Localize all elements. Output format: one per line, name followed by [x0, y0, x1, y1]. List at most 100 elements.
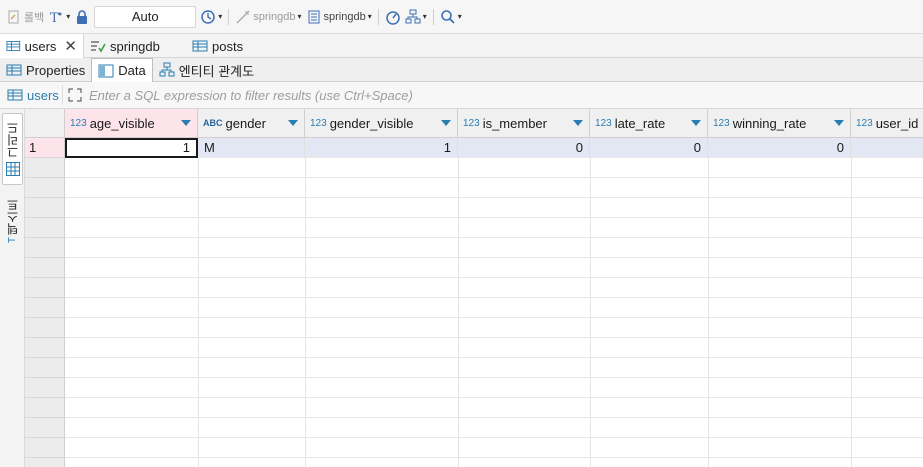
- empty-row-number: [25, 398, 65, 418]
- filter-placeholder: Enter a SQL expression to filter results…: [89, 87, 413, 103]
- table-cell[interactable]: 1: [65, 138, 198, 158]
- empty-row-number: [25, 278, 65, 298]
- column-header-gender[interactable]: ABC gender: [198, 109, 305, 138]
- schema-label: springdb: [323, 10, 366, 23]
- tab-users[interactable]: users ✕: [0, 34, 84, 58]
- empty-row: [65, 318, 923, 338]
- empty-row: [65, 258, 923, 278]
- sort-dropdown-icon[interactable]: [691, 120, 701, 126]
- toolbar-separator: [228, 8, 230, 25]
- table-icon: [6, 40, 21, 52]
- filter-bar: users Enter a SQL expression to filter r…: [0, 82, 923, 109]
- sort-dropdown-icon[interactable]: [834, 120, 844, 126]
- empty-row-number: [25, 418, 65, 438]
- numeric-type-icon: 123: [463, 117, 480, 129]
- filter-entity[interactable]: users: [0, 87, 62, 103]
- table-cell[interactable]: 0: [590, 138, 708, 158]
- transaction-log-button[interactable]: T ▾: [48, 6, 70, 28]
- chevron-down-icon: ▾: [367, 12, 372, 21]
- transaction-mode-value: Auto: [131, 9, 159, 24]
- schema-icon: [308, 10, 319, 23]
- table-icon: [6, 64, 22, 76]
- column-header-late-rate[interactable]: 123 late_rate: [590, 109, 708, 138]
- toolbar-separator: [377, 8, 379, 25]
- view-mode-panel: 그리드 텍스트 T: [0, 109, 25, 467]
- grid-view-tab[interactable]: 그리드: [2, 113, 23, 185]
- empty-row-number: [25, 318, 65, 338]
- tab-er-diagram[interactable]: 엔티티 관계도: [153, 58, 260, 82]
- rollback-icon: [8, 10, 19, 23]
- column-header-label: age_visible: [89, 115, 155, 131]
- toolbar-separator: [432, 8, 434, 25]
- numeric-type-icon: 123: [310, 117, 327, 129]
- empty-row-number: [25, 198, 65, 218]
- close-icon[interactable]: ✕: [64, 37, 77, 55]
- search-button[interactable]: ▾: [440, 6, 462, 28]
- tab-springdb[interactable]: springdb: [84, 34, 186, 58]
- rollback-button[interactable]: 롤백: [6, 6, 44, 28]
- svg-text:T: T: [50, 11, 59, 25]
- filter-entity-label: users: [27, 87, 59, 103]
- sort-dropdown-icon[interactable]: [573, 120, 583, 126]
- results-grid: 123 age_visible ABC gender 123 gender_vi…: [25, 109, 923, 467]
- lock-button[interactable]: [74, 6, 90, 28]
- column-header-label: late_rate: [614, 115, 666, 131]
- filter-input[interactable]: Enter a SQL expression to filter results…: [62, 85, 413, 105]
- table-cell[interactable]: 1: [305, 138, 458, 158]
- dashboard-gauge-icon: [385, 10, 400, 25]
- empty-row-number: [25, 178, 65, 198]
- lock-icon: [77, 9, 88, 24]
- schema-selector[interactable]: springdb ▾: [306, 6, 372, 28]
- text-icon: T: [7, 236, 18, 244]
- column-header-is-member[interactable]: 123 is_member: [458, 109, 590, 138]
- empty-row: [65, 418, 923, 438]
- empty-row-number: [25, 378, 65, 398]
- sort-dropdown-icon[interactable]: [181, 120, 191, 126]
- column-header-winning-rate[interactable]: 123 winning_rate: [708, 109, 851, 138]
- table-cell[interactable]: M: [198, 138, 305, 158]
- tab-data[interactable]: Data: [91, 58, 153, 82]
- empty-row: [65, 158, 923, 178]
- text-view-tab[interactable]: 텍스트 T: [2, 193, 23, 249]
- numeric-type-icon: 123: [70, 117, 87, 129]
- empty-row: [65, 238, 923, 258]
- tab-label: Properties: [26, 62, 86, 78]
- text-view-label: 텍스트: [6, 198, 20, 235]
- table-cell[interactable]: [851, 138, 923, 158]
- search-icon: [440, 9, 455, 24]
- grid-corner[interactable]: [25, 109, 65, 138]
- column-header-gender-visible[interactable]: 123 gender_visible: [305, 109, 458, 138]
- chevron-down-icon: ▾: [457, 12, 462, 21]
- tab-properties[interactable]: Properties: [0, 58, 91, 82]
- tab-posts[interactable]: posts: [186, 34, 266, 58]
- table-icon: [192, 40, 208, 52]
- connection-selector[interactable]: springdb ▾: [235, 6, 302, 28]
- tree-icon: [405, 9, 421, 23]
- history-icon: [201, 9, 216, 24]
- string-type-icon: ABC: [203, 118, 223, 128]
- database-tree-button[interactable]: ▾: [405, 6, 427, 28]
- dashboard-button[interactable]: [385, 6, 401, 28]
- sort-dropdown-icon[interactable]: [288, 120, 298, 126]
- table-cell[interactable]: 0: [708, 138, 851, 158]
- empty-row: [65, 298, 923, 318]
- key-type-icon: 123: [856, 117, 873, 129]
- history-button[interactable]: ▾: [200, 6, 222, 28]
- tab-label: users: [24, 38, 57, 54]
- transaction-icon: T: [50, 11, 62, 25]
- expand-icon[interactable]: [67, 87, 83, 103]
- sql-editor-icon: [91, 41, 106, 53]
- row-number[interactable]: 1: [25, 138, 65, 158]
- column-header-age-visible[interactable]: 123 age_visible: [65, 109, 198, 138]
- column-header-user-id[interactable]: 123 user_id: [851, 109, 923, 138]
- empty-row: [65, 278, 923, 298]
- numeric-type-icon: 123: [595, 117, 612, 129]
- chevron-down-icon: ▾: [297, 12, 302, 21]
- table-cell[interactable]: 0: [458, 138, 590, 158]
- empty-row-number: [25, 458, 65, 467]
- sort-dropdown-icon[interactable]: [441, 120, 451, 126]
- connection-label: springdb: [253, 10, 296, 23]
- table-row[interactable]: 1 M 1 0 0 0: [65, 138, 923, 158]
- grid-icon: [5, 162, 20, 176]
- transaction-mode-select[interactable]: Auto: [94, 5, 197, 28]
